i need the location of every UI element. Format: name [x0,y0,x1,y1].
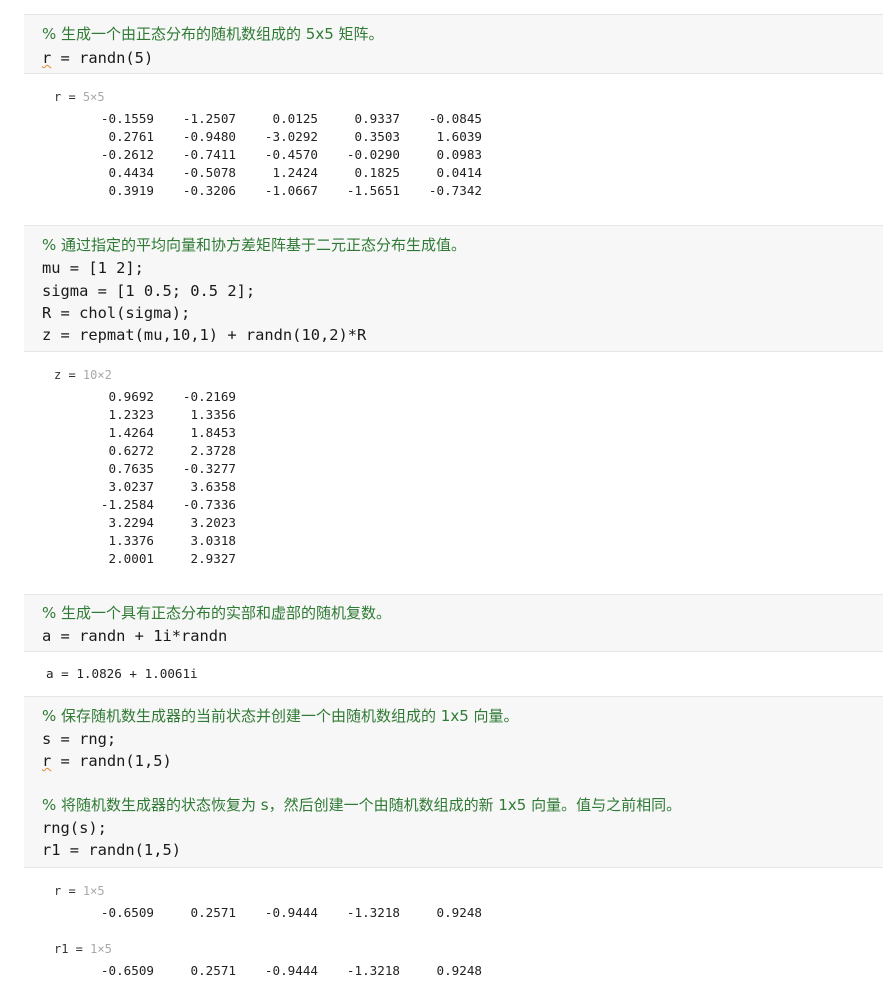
output-header: r1 = 1×5 [54,942,112,956]
code-line[interactable]: r1 = randn(1,5) [42,839,181,861]
matrix-cell: -0.9480 [182,129,236,144]
matrix-cell: 0.0125 [272,111,319,126]
code-cell-3[interactable]: % 生成一个具有正态分布的实部和虚部的随机复数。 a = randn + 1i*… [24,594,883,652]
matrix-cell: 0.3503 [354,129,401,144]
matrix-cell: -0.3277 [182,461,236,476]
matrix-cell: 0.9692 [108,389,155,404]
matrix-cell: -0.3206 [182,183,236,198]
matrix-cell: 0.0414 [436,165,483,180]
output-header: r = 5×5 [54,90,105,104]
output-r1-1x5: r1 = 1×5 -0.6509 0.2571 -0.9444 -1.3218 0.92… [24,940,883,982]
matrix-cell: -0.9444 [264,905,318,920]
var-name: r [54,90,62,104]
dims-label: 10×2 [82,368,112,382]
comment-line[interactable]: % 保存随机数生成器的当前状态并创建一个由随机数组成的 1x5 向量。 [42,705,519,727]
comment-line[interactable]: % 生成一个具有正态分布的实部和虚部的随机复数。 [42,602,391,624]
matrix-cell: -0.0845 [428,111,482,126]
var-name: r1 [54,942,69,956]
matrix-cell: -0.7336 [182,497,236,512]
var-name: r [54,884,62,898]
matrix-cell: -0.2169 [182,389,236,404]
matrix-cell: -1.0667 [264,183,318,198]
matrix-cell: 0.1825 [354,165,401,180]
output-header: z = 10×2 [54,368,112,382]
matrix-cell: -1.5651 [346,183,400,198]
matrix-cell: -1.2507 [182,111,236,126]
matrix-cell: 0.7635 [108,461,155,476]
output-a-scalar: a = 1.0826 + 1.0061i [24,664,883,688]
code-line[interactable]: R = chol(sigma); [42,302,190,324]
dims-label: 1×5 [82,884,105,898]
code-line[interactable]: r = randn(1,5) [42,750,172,772]
matrix-cell: -0.6509 [100,905,154,920]
matrix-cell: 1.3356 [190,407,237,422]
variable-r-warning[interactable]: r [42,49,51,67]
scalar-output: a = 1.0826 + 1.0061i [46,666,198,681]
code-line[interactable]: a = randn + 1i*randn [42,625,227,647]
matrix-cell: 0.9248 [436,905,483,920]
matrix-cell: 0.2761 [108,129,155,144]
matrix-cell: 0.2571 [190,905,237,920]
code-text: = randn(1,5) [51,752,172,770]
matrix-cell: 0.4434 [108,165,155,180]
matrix-cell: 2.9327 [190,551,237,566]
matrix-cell: 0.2571 [190,963,237,978]
output-r-1x5: r = 1×5 -0.6509 0.2571 -0.9444 -1.3218 0.924… [24,882,883,924]
matrix-cell: -0.4570 [264,147,318,162]
code-line[interactable]: s = rng; [42,728,116,750]
code-cell-2[interactable]: % 通过指定的平均向量和协方差矩阵基于二元正态分布生成值。 mu = [1 2]… [24,225,883,352]
code-line[interactable]: r = randn(5) [42,47,153,69]
matrix-cell: -0.0290 [346,147,400,162]
matrix-cell: 1.4264 [108,425,155,440]
matrix-cell: -0.7342 [428,183,482,198]
matrix-cell: -1.3218 [346,905,400,920]
matrix-cell: 3.0237 [108,479,155,494]
matrix-cell: 1.6039 [436,129,483,144]
matrix-cell: 0.9248 [436,963,483,978]
matrix-cell: 0.3919 [108,183,155,198]
matrix-cell: 0.0983 [436,147,483,162]
matrix-cell: -3.0292 [264,129,318,144]
matrix-cell: -0.6509 [100,963,154,978]
matrix-cell: 1.3376 [108,533,155,548]
code-cell-4[interactable]: % 保存随机数生成器的当前状态并创建一个由随机数组成的 1x5 向量。 s = … [24,696,883,868]
matrix-cell: 0.9337 [354,111,401,126]
matrix-cell: -0.2612 [100,147,154,162]
code-cell-1[interactable]: % 生成一个由正态分布的随机数组成的 5x5 矩阵。 r = randn(5) [24,14,883,74]
code-line[interactable]: mu = [1 2]; [42,257,144,279]
matrix-cell: -0.5078 [182,165,236,180]
matrix-cell: -1.3218 [346,963,400,978]
matrix-cell: -0.1559 [100,111,154,126]
matrix-cell: 2.0001 [108,551,155,566]
variable-r-warning[interactable]: r [42,752,51,770]
dims-label: 5×5 [82,90,105,104]
dims-label: 1×5 [90,942,112,956]
matrix-cell: 3.0318 [190,533,237,548]
matrix-cell: 2.3728 [190,443,237,458]
matrix-cell: 1.2323 [108,407,155,422]
matrix-cell: 3.2294 [108,515,155,530]
matrix-cell: 1.8453 [190,425,237,440]
var-name: z [54,368,62,382]
matrix-cell: 3.6358 [190,479,237,494]
matrix-cell: 3.2023 [190,515,237,530]
matrix-cell: 0.6272 [108,443,155,458]
matrix-cell: -0.9444 [264,963,318,978]
matrix-cell: -0.7411 [182,147,236,162]
code-line[interactable]: sigma = [1 0.5; 0.5 2]; [42,280,255,302]
comment-line[interactable]: % 通过指定的平均向量和协方差矩阵基于二元正态分布生成值。 [42,234,466,256]
code-line[interactable]: rng(s); [42,817,107,839]
output-header: r = 1×5 [54,884,105,898]
matrix-cell: -1.2584 [100,497,154,512]
comment-line[interactable]: % 生成一个由正态分布的随机数组成的 5x5 矩阵。 [42,23,384,45]
comment-line[interactable]: % 将随机数生成器的状态恢复为 s，然后创建一个由随机数组成的新 1x5 向量。… [42,794,681,816]
output-r-5x5: r = 5×5 -0.1559 -1.2507 0.0125 0.9337 -0.084… [24,88,883,208]
code-text: = randn(5) [51,49,154,67]
output-z-10x2: z = 10×2 0.9692 -0.2169 1.2323 1.3356 1.4264… [24,366,883,576]
matrix-cell: 1.2424 [272,165,319,180]
code-line[interactable]: z = repmat(mu,10,1) + randn(10,2)*R [42,324,366,346]
